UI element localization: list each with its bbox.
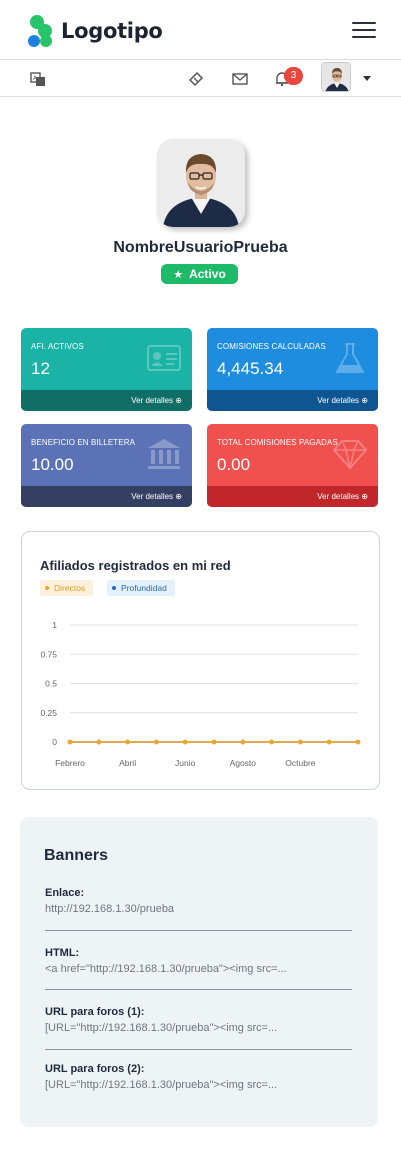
banners-panel: Banners Enlace: http://192.168.1.30/prue…: [20, 817, 378, 1127]
y-tick-label: 1: [52, 620, 57, 630]
data-point-directos[interactable]: [96, 739, 102, 745]
user-avatar[interactable]: [321, 62, 351, 92]
ticket-icon[interactable]: [187, 70, 205, 88]
logo-text: Logotipo: [61, 19, 163, 43]
logo-icon: [28, 15, 52, 47]
data-point-directos[interactable]: [125, 739, 130, 745]
card-details-link[interactable]: Ver detalles ⊕: [207, 486, 378, 507]
banner-item-enlace: Enlace: http://192.168.1.30/prueba: [45, 887, 352, 915]
id-card-icon: [147, 345, 181, 371]
profile-photo: [157, 139, 245, 227]
notification-badge: 3: [284, 67, 303, 85]
data-point-directos[interactable]: [211, 739, 217, 745]
card-title: BENEFICIO EN BILLETERA: [31, 438, 136, 447]
card-title: COMISIONES CALCULADAS: [217, 342, 326, 351]
banner-label: URL para foros (2):: [45, 1063, 145, 1075]
y-tick-label: 0: [52, 737, 57, 747]
banner-value[interactable]: http://192.168.1.30/prueba: [45, 903, 352, 915]
arrow-circle-icon: ⊕: [175, 396, 182, 405]
banners-title: Banners: [44, 847, 109, 864]
banner-label: URL para foros (1):: [45, 1006, 145, 1018]
card-wallet-benefit: BENEFICIO EN BILLETERA 10.00 Ver detalle…: [21, 424, 192, 507]
mail-icon[interactable]: [231, 70, 249, 88]
y-tick-label: 0.25: [40, 708, 57, 718]
card-calculated-commissions: COMISIONES CALCULADAS 4,445.34 Ver detal…: [207, 328, 378, 411]
arrow-circle-icon: ⊕: [175, 492, 182, 501]
data-point-directos[interactable]: [298, 739, 303, 745]
data-point-directos[interactable]: [355, 739, 361, 745]
data-point-directos[interactable]: [182, 739, 188, 745]
y-tick-label: 0.75: [40, 649, 57, 659]
flask-icon: [335, 343, 365, 373]
x-tick-label: Abril: [119, 758, 136, 768]
card-details-label: Ver detalles: [317, 492, 360, 501]
star-icon: ★: [173, 268, 184, 281]
divider: [45, 989, 352, 990]
card-title: AFI. ACTIVOS: [31, 342, 84, 351]
affiliates-chart-card: Afiliados registrados en mi red Directos…: [21, 531, 380, 790]
avatar-image: [322, 63, 350, 91]
x-tick-label: Agosto: [230, 758, 257, 768]
card-details-label: Ver detalles: [131, 396, 174, 405]
card-total-paid-commissions: TOTAL COMISIONES PAGADAS 0.00 Ver detall…: [207, 424, 378, 507]
x-tick-label: Junio: [175, 758, 196, 768]
card-active-affiliates: AFI. ACTIVOS 12 Ver detalles ⊕: [21, 328, 192, 411]
card-details-link[interactable]: Ver detalles ⊕: [21, 486, 192, 507]
card-title: TOTAL COMISIONES PAGADAS: [217, 438, 338, 447]
x-tick-label: Octubre: [285, 758, 316, 768]
card-details-link[interactable]: Ver detalles ⊕: [207, 390, 378, 411]
top-header: Logotipo: [0, 0, 401, 60]
data-point-directos[interactable]: [67, 739, 73, 745]
banner-item-forum-2: URL para foros (2): [URL="http://192.168…: [45, 1063, 352, 1091]
card-details-link[interactable]: Ver detalles ⊕: [21, 390, 192, 411]
banner-value[interactable]: [URL="http://192.168.1.30/prueba"><img s…: [45, 1079, 352, 1091]
arrow-circle-icon: ⊕: [361, 396, 368, 405]
card-details-label: Ver detalles: [131, 492, 174, 501]
card-value: 4,445.34: [217, 359, 284, 378]
menu-toggle-button[interactable]: [352, 22, 376, 40]
arrow-circle-icon: ⊕: [361, 492, 368, 501]
banner-value[interactable]: <a href="http://192.168.1.30/prueba"><im…: [45, 963, 352, 975]
chevron-down-icon[interactable]: [363, 76, 371, 81]
banner-label: Enlace:: [45, 887, 85, 899]
data-point-directos[interactable]: [269, 739, 274, 745]
profile-username: NombreUsuarioPrueba: [113, 239, 288, 256]
x-tick-label: Febrero: [55, 758, 85, 768]
logo[interactable]: Logotipo: [26, 14, 163, 48]
banner-value[interactable]: [URL="http://192.168.1.30/prueba"><img s…: [45, 1022, 352, 1034]
banner-label: HTML:: [45, 947, 80, 959]
card-value: 10.00: [31, 455, 74, 474]
banner-item-html: HTML: <a href="http://192.168.1.30/prueb…: [45, 947, 352, 975]
y-tick-label: 0.5: [45, 679, 57, 689]
data-point-directos[interactable]: [240, 739, 246, 745]
translate-icon[interactable]: A: [29, 70, 47, 88]
status-label: Activo: [189, 267, 226, 281]
card-value: 12: [31, 359, 50, 378]
card-value: 0.00: [217, 455, 251, 474]
card-details-label: Ver detalles: [317, 396, 360, 405]
status-badge: ★ Activo: [161, 264, 238, 284]
line-chart: 1 0.75 0.5 0.25 0 Febrero Abril Junio Agosto Octu…: [40, 620, 361, 768]
bank-icon: [148, 439, 180, 469]
data-point-directos[interactable]: [154, 739, 159, 745]
diamond-icon: [332, 440, 368, 470]
banner-item-forum-1: URL para foros (1): [URL="http://192.168…: [45, 1006, 352, 1034]
divider: [45, 930, 352, 931]
divider: [45, 1049, 352, 1050]
data-point-directos[interactable]: [326, 739, 332, 745]
